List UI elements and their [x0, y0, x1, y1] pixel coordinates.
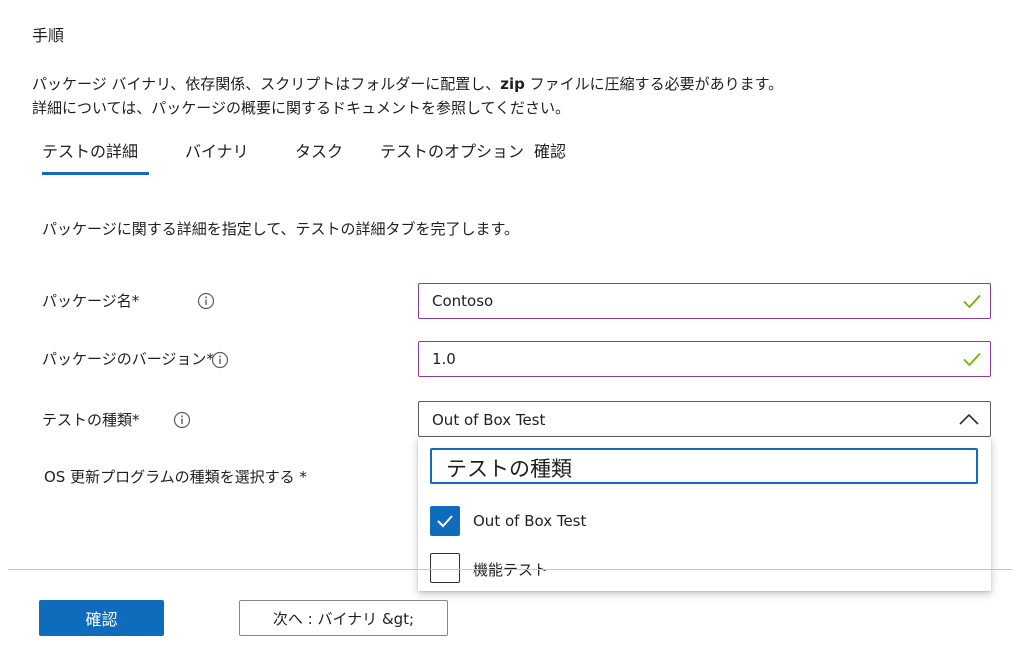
- info-icon[interactable]: [173, 411, 191, 429]
- os-update-type-label: OS 更新プログラムの種類を選択する *: [44, 468, 307, 486]
- page-heading: 手順: [32, 26, 65, 45]
- form-description: パッケージに関する詳細を指定して、テストの詳細タブを完了します。: [42, 220, 520, 238]
- tab-binaries[interactable]: バイナリ: [185, 138, 249, 162]
- package-name-input[interactable]: Contoso: [418, 283, 991, 319]
- package-name-value: Contoso: [432, 292, 494, 310]
- tab-test-details[interactable]: テストの詳細: [42, 138, 138, 162]
- dropdown-option-label: Out of Box Test: [473, 512, 587, 530]
- package-version-value: 1.0: [432, 350, 456, 368]
- info-icon[interactable]: [197, 292, 215, 310]
- dropdown-search-input[interactable]: テストの種類: [430, 448, 978, 484]
- package-version-input[interactable]: 1.0: [418, 341, 991, 377]
- checkbox-unchecked[interactable]: [430, 553, 460, 583]
- info-icon[interactable]: [211, 351, 229, 369]
- test-type-label: テストの種類*: [42, 411, 140, 429]
- confirm-button[interactable]: 確認: [39, 600, 164, 636]
- test-type-select[interactable]: Out of Box Test: [418, 401, 991, 437]
- tab-tasks[interactable]: タスク: [295, 138, 343, 162]
- package-version-label: パッケージのバージョン*: [42, 350, 214, 368]
- checkbox-checked[interactable]: [430, 506, 460, 536]
- tab-bar: テストの詳細 バイナリ タスク テストのオプション 確認: [42, 138, 642, 178]
- intro-text: パッケージ バイナリ、依存関係、スクリプトはフォルダーに配置し、zip ファイル…: [32, 72, 992, 120]
- checkmark-icon: [437, 515, 453, 528]
- checkmark-icon: [963, 352, 981, 367]
- next-binaries-button[interactable]: 次へ : バイナリ &gt;: [239, 600, 448, 636]
- package-name-label: パッケージ名*: [42, 292, 140, 310]
- test-type-value: Out of Box Test: [432, 411, 546, 429]
- tab-test-options[interactable]: テストのオプション: [380, 138, 524, 162]
- checkmark-icon: [963, 294, 981, 309]
- intro-line-2: 詳細については、パッケージの概要に関するドキュメントを参照してください。: [32, 99, 571, 117]
- tab-selected-indicator: [42, 172, 149, 175]
- test-type-dropdown: テストの種類 Out of Box Test 機能テスト: [418, 437, 991, 591]
- chevron-up-icon: [959, 413, 979, 425]
- intro-line-1: パッケージ バイナリ、依存関係、スクリプトはフォルダーに配置し、zip ファイル…: [32, 75, 784, 93]
- dropdown-search-text: テストの種類: [446, 457, 572, 481]
- tab-review[interactable]: 確認: [534, 138, 566, 162]
- dropdown-option-out-of-box-test[interactable]: Out of Box Test: [430, 506, 970, 538]
- footer-divider: [8, 569, 1012, 570]
